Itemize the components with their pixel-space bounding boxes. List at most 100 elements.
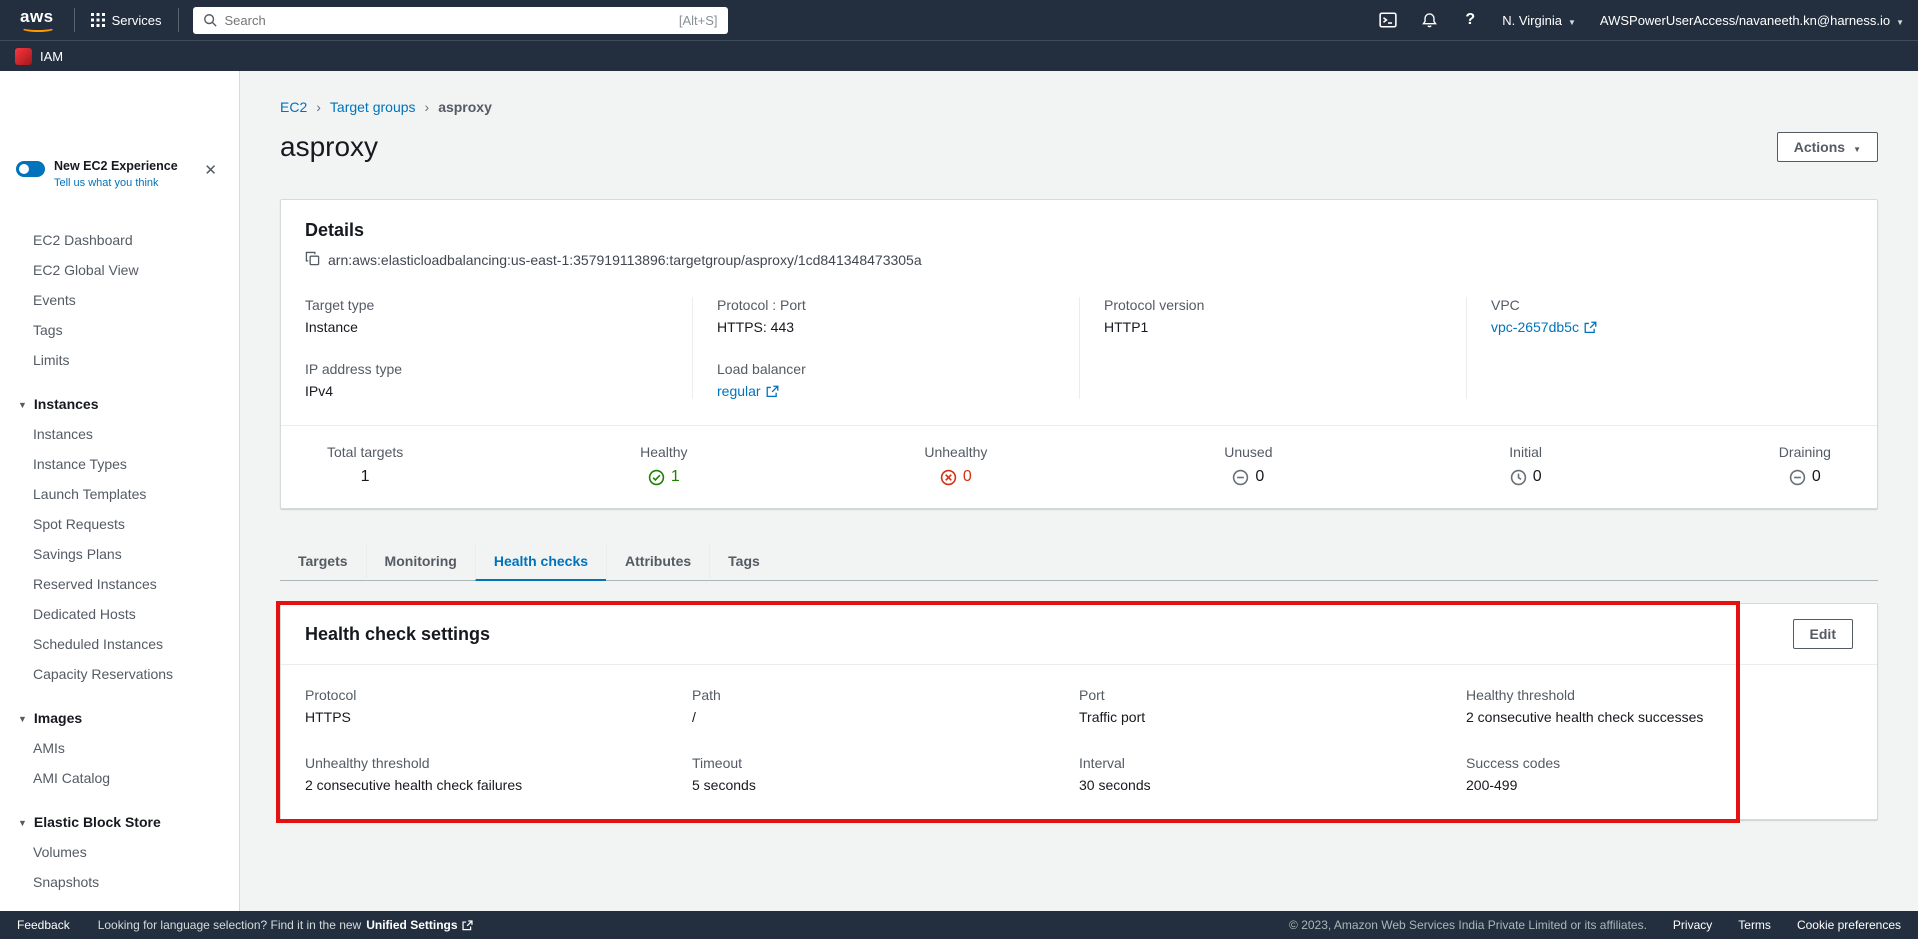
load-balancer-link[interactable]: regular	[717, 383, 761, 399]
close-icon[interactable]	[204, 161, 217, 179]
aws-logo[interactable]: aws	[14, 5, 64, 35]
region-selector[interactable]: N. Virginia	[1502, 13, 1576, 28]
sidebar-item[interactable]: AMIs	[0, 733, 239, 763]
stat-label: Unused	[1224, 444, 1272, 460]
protocol-version-field: Protocol version HTTP1	[1104, 297, 1466, 335]
global-search-box[interactable]: [Alt+S]	[193, 7, 728, 34]
vpc-link[interactable]: vpc-2657db5c	[1491, 319, 1579, 335]
search-input[interactable]	[225, 13, 671, 28]
health-check-field: Protocol HTTPS	[305, 687, 692, 725]
sidebar-item-label: Tags	[33, 322, 63, 338]
terms-link[interactable]: Terms	[1738, 918, 1771, 932]
region-label: N. Virginia	[1502, 13, 1562, 28]
field-value: 200-499	[1466, 777, 1853, 793]
target-group-arn: arn:aws:elasticloadbalancing:us-east-1:3…	[328, 252, 922, 268]
nav-divider	[178, 8, 179, 32]
copyright-text: © 2023, Amazon Web Services India Privat…	[1289, 918, 1647, 932]
stat-label: Initial	[1509, 444, 1542, 460]
recent-service-link[interactable]: IAM	[40, 49, 63, 64]
sidebar-item-label: Instances	[34, 396, 99, 412]
sidebar-item-label: Savings Plans	[33, 546, 122, 562]
stat-value: 0	[1533, 468, 1542, 486]
account-menu[interactable]: AWSPowerUserAccess/navaneeth.kn@harness.…	[1600, 13, 1904, 28]
status-stat: Unused 0	[1224, 444, 1272, 486]
sidebar-item[interactable]: Tags	[0, 315, 239, 345]
sidebar-item-label: Events	[33, 292, 76, 308]
breadcrumb-current: asproxy	[438, 99, 492, 115]
breadcrumb-ec2[interactable]: EC2	[280, 99, 307, 115]
sidebar-item[interactable]: Limits	[0, 345, 239, 375]
details-grid: Target type Instance IP address type IPv…	[305, 297, 1853, 425]
sidebar-item[interactable]: Volumes	[0, 837, 239, 867]
iam-service-icon	[15, 48, 32, 65]
status-stat: Draining 0	[1779, 444, 1831, 486]
sidebar-item[interactable]: AMI Catalog	[0, 763, 239, 793]
privacy-link[interactable]: Privacy	[1673, 918, 1712, 932]
stat-label: Draining	[1779, 444, 1831, 460]
sidebar-item[interactable]: Spot Requests	[0, 509, 239, 539]
sidebar-item-label: Snapshots	[33, 874, 99, 890]
field-value: 30 seconds	[1079, 777, 1466, 793]
new-experience-toggle[interactable]	[16, 161, 45, 177]
new-experience-panel: New EC2 Experience Tell us what you thin…	[0, 159, 239, 189]
sidebar-item[interactable]: EC2 Dashboard	[0, 225, 239, 255]
sidebar-item-label: Volumes	[33, 844, 87, 860]
actions-button[interactable]: Actions	[1777, 132, 1878, 162]
feedback-link[interactable]: Feedback	[17, 918, 70, 932]
target-type-field: Target type Instance	[305, 297, 692, 335]
sidebar-item[interactable]: Snapshots	[0, 867, 239, 897]
sidebar-item[interactable]: Scheduled Instances	[0, 629, 239, 659]
help-icon[interactable]: ?	[1462, 11, 1478, 29]
tab[interactable]: Tags	[709, 543, 778, 581]
sidebar-item[interactable]: Images	[0, 703, 239, 733]
services-menu-button[interactable]: Services	[85, 9, 168, 32]
cookie-preferences-link[interactable]: Cookie preferences	[1797, 918, 1901, 932]
field-label: Unhealthy threshold	[305, 755, 692, 771]
sidebar-item-label: EC2 Global View	[33, 262, 139, 278]
health-check-grid: Protocol HTTPS Path / Port Traffic port	[281, 665, 1877, 819]
sidebar-item[interactable]: EC2 Global View	[0, 255, 239, 285]
sidebar-item[interactable]: Instances	[0, 419, 239, 449]
sidebar-item-label: Instances	[33, 426, 93, 442]
copy-icon[interactable]	[305, 251, 320, 269]
breadcrumb-target-groups[interactable]: Target groups	[330, 99, 416, 115]
sidebar-item-label: AMIs	[33, 740, 65, 756]
status-icon	[648, 469, 665, 486]
unified-settings-link[interactable]: Unified Settings	[366, 918, 472, 932]
sidebar-item[interactable]: Dedicated Hosts	[0, 599, 239, 629]
services-label: Services	[112, 13, 162, 28]
tell-us-link[interactable]: Tell us what you think	[54, 177, 178, 189]
recent-service-bar: IAM	[0, 40, 1918, 71]
external-link-icon	[766, 385, 779, 398]
tab[interactable]: Attributes	[606, 543, 709, 581]
sidebar-item[interactable]: Instances	[0, 389, 239, 419]
field-value: 2 consecutive health check successes	[1466, 709, 1853, 725]
new-experience-title: New EC2 Experience	[54, 159, 178, 173]
sidebar-item[interactable]: Instance Types	[0, 449, 239, 479]
stat-value: 0	[1812, 468, 1821, 486]
sidebar-item-label: Images	[34, 710, 82, 726]
account-label: AWSPowerUserAccess/navaneeth.kn@harness.…	[1600, 13, 1890, 28]
tab[interactable]: Targets	[280, 543, 366, 581]
sidebar-item[interactable]: Savings Plans	[0, 539, 239, 569]
search-shortcut-hint: [Alt+S]	[679, 13, 718, 28]
stat-value: 0	[963, 468, 972, 486]
notifications-bell-icon[interactable]	[1421, 12, 1438, 29]
cloudshell-icon[interactable]	[1379, 11, 1397, 29]
sidebar-item[interactable]: Events	[0, 285, 239, 315]
tab-label: Attributes	[625, 553, 691, 569]
sidebar-item[interactable]: Elastic Block Store	[0, 807, 239, 837]
sidebar-item[interactable]: Reserved Instances	[0, 569, 239, 599]
tab[interactable]: Health checks	[475, 543, 606, 581]
status-stat: Unhealthy 0	[924, 444, 987, 486]
sidebar-item[interactable]: Capacity Reservations	[0, 659, 239, 689]
stat-label: Healthy	[640, 444, 687, 460]
edit-button[interactable]: Edit	[1793, 619, 1853, 649]
tab[interactable]: Monitoring	[366, 543, 475, 581]
stat-value: 0	[1255, 468, 1264, 486]
sidebar-item-label: Spot Requests	[33, 516, 125, 532]
section-caret-icon	[18, 714, 27, 724]
field-label: Path	[692, 687, 1079, 703]
sidebar-item[interactable]: Launch Templates	[0, 479, 239, 509]
nav-divider	[74, 8, 75, 32]
